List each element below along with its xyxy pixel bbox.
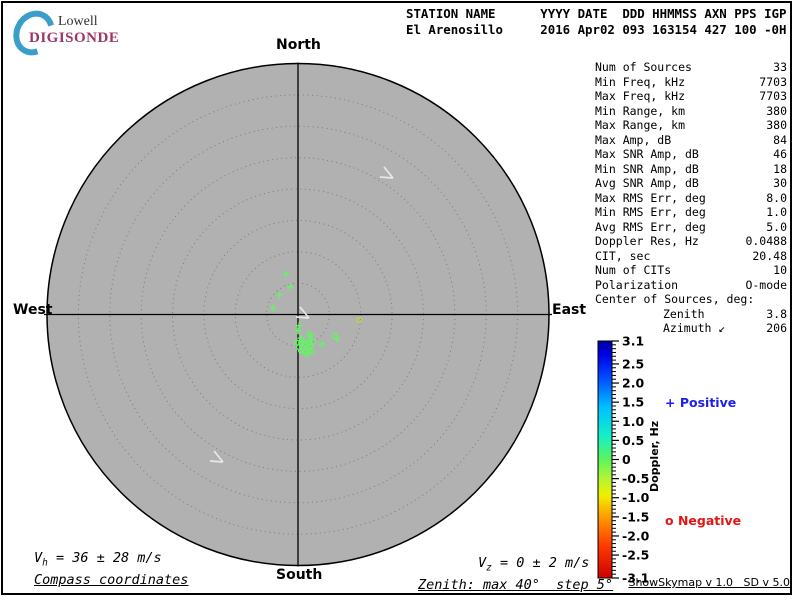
compass-label-north: North [276, 37, 321, 53]
param-row: Doppler Res, Hz 0.0488 [595, 234, 787, 249]
logo-line1: Lowell [58, 14, 98, 29]
param-label: Max RMS Err, deg [595, 190, 706, 205]
legend-negative: o Negative [665, 513, 741, 528]
legend-positive-label: Positive [679, 395, 737, 410]
param-label: Max Amp, dB [595, 132, 672, 147]
colorbar-gradient [597, 340, 613, 579]
param-row: Min RMS Err, deg 1.0 [595, 205, 787, 220]
param-value: 20.48 [752, 248, 787, 263]
param-label: Center of Sources, deg: [595, 292, 755, 306]
param-label: Max Range, km [595, 118, 686, 132]
colorbar-tick-label: -1.0 [622, 490, 650, 505]
param-label: Max Freq, kHz [595, 89, 686, 103]
param-label: Min Range, km [595, 103, 686, 118]
colorbar-tick-label: 2.5 [622, 356, 644, 371]
param-value: 10 [773, 263, 787, 277]
colorbar-tick-label: 3.1 [622, 334, 644, 349]
logo-line2: DIGISONDE [29, 30, 120, 46]
param-value: 7703 [759, 89, 787, 103]
showskymap-window: 3.1 2.5 2.0 1.5 1.0 0.5 0 -0.5 -1.0 -1.5 -2.0 -2.5-… [0, 0, 800, 600]
param-value: 84 [773, 132, 787, 147]
colorbar-tick-label: -1.5 [622, 509, 649, 524]
param-label: Num of Sources [595, 60, 692, 74]
param-value: O-mode [745, 277, 787, 292]
param-value: 7703 [759, 74, 787, 89]
param-row: Max RMS Err, deg 8.0 [595, 191, 787, 206]
param-value: 0.0488 [745, 234, 787, 248]
app-version-label: ShowSkymap v 1.0 SD v 5.0 [628, 576, 790, 589]
compass-label-east: East [552, 302, 587, 318]
colorbar-tick-label: 1.5 [622, 395, 644, 410]
param-label: Azimuth ↙ [663, 321, 726, 335]
lowell-digisonde-logo: Lowell DIGISONDE [5, 3, 132, 63]
param-label: Min RMS Err, deg [595, 205, 706, 219]
param-value: 1.0 [766, 205, 787, 219]
param-row: Num of Sources 33 [595, 60, 787, 75]
param-row: Num of CITs 10 [595, 263, 787, 278]
param-row: Max SNR Amp, dB 46 [595, 147, 787, 162]
param-value: 3.8 [766, 306, 787, 321]
param-value: 30 [773, 176, 787, 190]
param-value: 18 [773, 161, 787, 176]
param-row: Avg SNR Amp, dB 30 [595, 176, 787, 191]
colorbar-tick-label: -2.0 [622, 528, 650, 543]
param-row: Max Range, km 380 [595, 118, 787, 133]
parameters-panel: Num of Sources 33 Min Freq, kHz 7703 Max Fre… [595, 60, 787, 336]
param-label: Min SNR Amp, dB [595, 161, 699, 176]
param-row: Azimuth ↙ 206 [595, 321, 787, 336]
station-header-labels: STATION NAME YYYY DATE DDD HHMMSS AXN PP… [406, 6, 787, 21]
param-row: CIT, sec 20.48 [595, 249, 787, 264]
param-row: Center of Sources, deg: [595, 292, 787, 307]
param-value: 380 [766, 103, 787, 118]
colorbar-tick-label: -0.5 [622, 471, 649, 486]
param-row: Min Range, km 380 [595, 104, 787, 119]
legend-positive: + Positive [665, 395, 736, 410]
colorbar-tick-label: -2.5 [622, 548, 649, 563]
param-label: CIT, sec [595, 248, 651, 263]
param-label: Avg RMS Err, deg [595, 219, 706, 234]
colorbar-tick-label: 2.0 [622, 376, 644, 391]
compass-label-west: West [13, 302, 53, 318]
param-row: Avg RMS Err, deg 5.0 [595, 220, 787, 235]
horizontal-velocity-readout: Vh = 36 ± 28 m/s [34, 550, 162, 569]
circle-marker-icon: o [665, 513, 674, 528]
param-label: Max SNR Amp, dB [595, 147, 699, 161]
colorbar-axis-label: Doppler, Hz [648, 420, 661, 492]
param-row: Polarization O-mode [595, 278, 787, 293]
vertical-velocity-readout: Vz = 0 ± 2 m/s [478, 555, 590, 574]
colorbar-tick-label: 0.5 [622, 433, 644, 448]
coordinates-note: Compass coordinates [34, 572, 189, 588]
zenith-scale-note: Zenith: max 40° step 5° [418, 577, 614, 593]
param-label: Num of CITs [595, 263, 672, 277]
param-row: Max Amp, dB 84 [595, 133, 787, 148]
param-value: 33 [773, 60, 787, 74]
compass-label-south: South [276, 567, 323, 583]
param-label: Doppler Res, Hz [595, 234, 699, 248]
param-value: 206 [766, 321, 787, 335]
param-label: Polarization [595, 277, 679, 292]
param-value: 380 [766, 118, 787, 132]
param-value: 8.0 [766, 190, 787, 205]
param-label: Avg SNR Amp, dB [595, 176, 699, 190]
param-row: Min SNR Amp, dB 18 [595, 162, 787, 177]
colorbar-tick-label: 1.0 [622, 414, 644, 429]
param-label: Zenith [663, 306, 705, 321]
param-row: Min Freq, kHz 7703 [595, 75, 787, 90]
station-header-values: El Arenosillo 2016 Apr02 093 163154 427 … [406, 22, 787, 37]
colorbar-tick-label: 0 [622, 452, 631, 467]
param-value: 5.0 [766, 219, 787, 234]
param-row: Max Freq, kHz 7703 [595, 89, 787, 104]
plus-marker-icon: + [665, 395, 676, 410]
param-label: Min Freq, kHz [595, 74, 686, 89]
param-row: Zenith 3.8 [595, 307, 787, 322]
param-value: 46 [773, 147, 787, 161]
legend-negative-label: Negative [677, 513, 742, 528]
